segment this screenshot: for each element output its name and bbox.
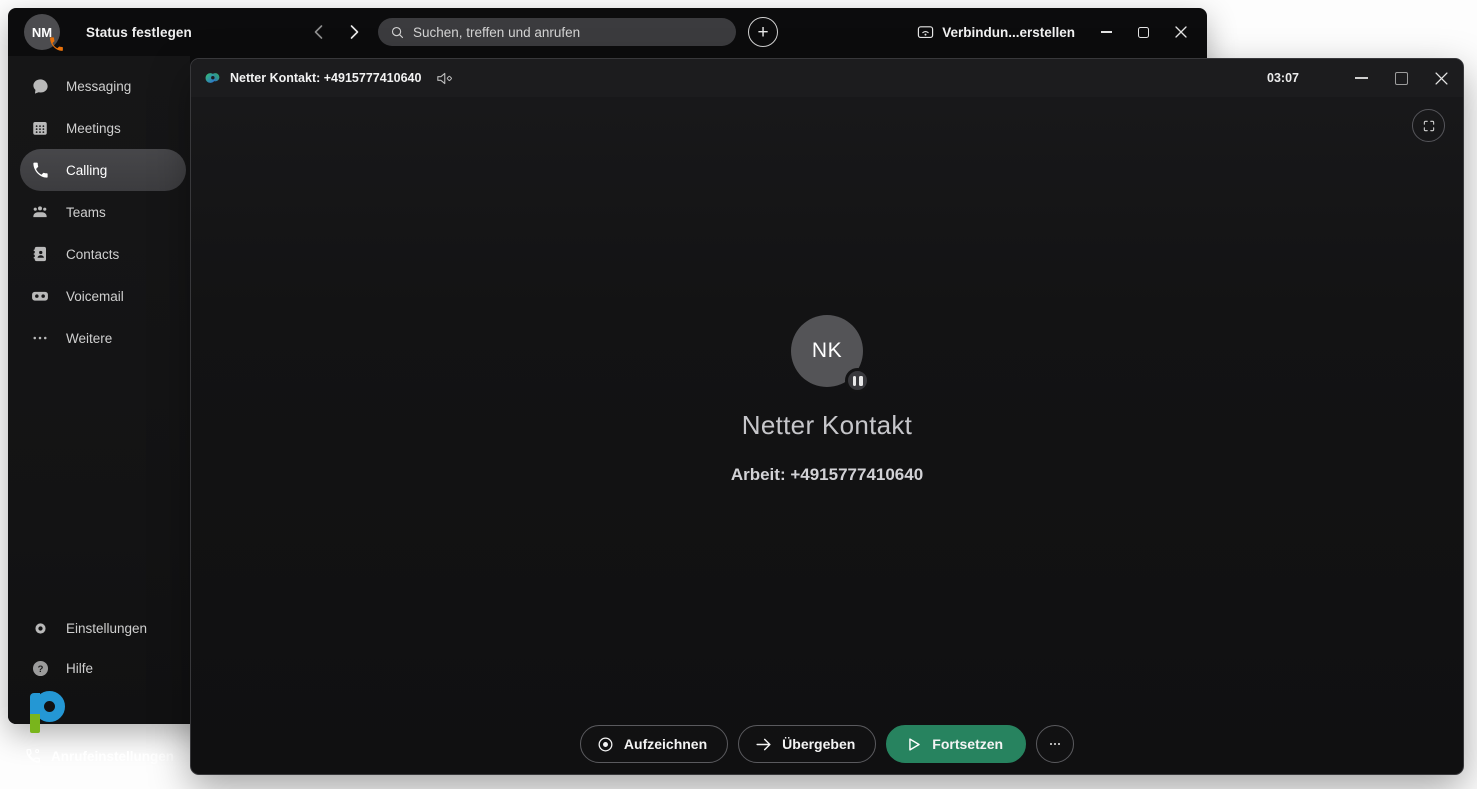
contact-name: Netter Kontakt [191,410,1463,441]
phone-icon [30,160,50,180]
call-control-bar: Aufzeichnen Übergeben Fortsetzen [191,725,1463,763]
sidebar-bottom: Einstellungen ? Hilfe Anrufeinstellungen [8,608,190,776]
call-window-title: Netter Kontakt: +4915777410640 [230,71,421,85]
calendar-icon [30,118,50,138]
people-icon [30,202,50,222]
sidebar-item-label: Messaging [66,79,131,94]
transfer-label: Übergeben [782,736,855,752]
sidebar-item-label: Einstellungen [66,621,147,636]
transfer-button[interactable]: Übergeben [738,725,876,763]
connect-device-icon [917,25,934,40]
connect-to-device-label: Verbindun...erstellen [942,25,1075,40]
ellipsis-icon [30,328,50,348]
webex-logo-icon [204,69,222,87]
gear-icon [30,618,50,638]
sidebar-item-meetings[interactable]: Meetings [20,107,186,149]
maximize-button[interactable] [1125,8,1162,56]
help-icon: ? [30,658,50,678]
sidebar-item-label: Teams [66,205,106,220]
call-titlebar: Netter Kontakt: +4915777410640 03:07 [191,59,1463,97]
fullscreen-icon [1422,119,1436,133]
search-icon [390,25,405,40]
arrow-right-icon [754,735,773,754]
main-titlebar: NM Status festlegen + Verbindun...erstel… [8,8,1207,56]
address-book-icon [30,244,50,264]
sidebar-item-label: Weitere [66,331,112,346]
contact-avatar-initials: NK [812,339,842,363]
sidebar-item-calling[interactable]: Calling [20,149,186,191]
record-label: Aufzeichnen [624,736,707,752]
resume-label: Fortsetzen [932,736,1003,752]
sidebar-item-label: Hilfe [66,661,93,676]
fullscreen-button[interactable] [1412,109,1445,142]
sidebar-item-voicemail[interactable]: Voicemail [20,275,186,317]
close-button[interactable] [1162,8,1199,56]
call-maximize-button[interactable] [1381,59,1421,97]
resume-button[interactable]: Fortsetzen [886,725,1026,763]
connect-to-device-button[interactable]: Verbindun...erstellen [917,8,1075,56]
phone-settings-icon [24,747,42,765]
add-button[interactable]: + [748,17,778,47]
more-options-icon [1047,736,1063,752]
search-bar[interactable] [378,18,736,46]
set-status-button[interactable]: Status festlegen [86,8,192,56]
sidebar-nav: Messaging Meetings Calling Teams [8,56,190,359]
call-minimize-button[interactable] [1341,59,1381,97]
brand-logo-row [30,688,190,736]
record-icon [596,735,615,754]
placetel-logo [30,691,66,733]
user-avatar[interactable]: NM [24,14,60,50]
sidebar: Messaging Meetings Calling Teams [8,56,190,724]
speaker-icon[interactable] [436,71,455,86]
sidebar-item-messaging[interactable]: Messaging [20,65,186,107]
more-options-button[interactable] [1036,725,1074,763]
contact-avatar: NK [791,315,863,387]
record-button[interactable]: Aufzeichnen [580,725,728,763]
sidebar-item-contacts[interactable]: Contacts [20,233,186,275]
voicemail-icon [30,286,50,306]
nav-back-button[interactable] [308,8,328,56]
sidebar-item-teams[interactable]: Teams [20,191,186,233]
sidebar-item-label: Contacts [66,247,119,262]
minimize-button[interactable] [1088,8,1125,56]
chat-icon [30,76,50,96]
sidebar-item-label: Voicemail [66,289,124,304]
call-close-button[interactable] [1421,59,1461,97]
sidebar-item-label: Meetings [66,121,121,136]
search-input[interactable] [413,25,724,40]
sidebar-item-settings[interactable]: Einstellungen [20,608,186,648]
call-window: Netter Kontakt: +4915777410640 03:07 NK … [190,58,1464,775]
nav-forward-button[interactable] [344,8,364,56]
call-settings-label: Anrufeinstellungen [51,749,174,764]
contact-number: Arbeit: +4915777410640 [191,465,1463,485]
sidebar-item-more[interactable]: Weitere [20,317,186,359]
call-window-controls: 03:07 [1253,59,1461,97]
svg-text:?: ? [37,663,43,674]
main-window-controls [1088,8,1199,56]
call-settings-button[interactable]: Anrufeinstellungen [8,736,190,776]
on-call-status-icon [48,36,65,53]
sidebar-item-label: Calling [66,163,107,178]
play-icon [904,735,923,754]
on-hold-badge [845,368,870,393]
sidebar-item-help[interactable]: ? Hilfe [20,648,186,688]
call-timer: 03:07 [1253,71,1313,85]
